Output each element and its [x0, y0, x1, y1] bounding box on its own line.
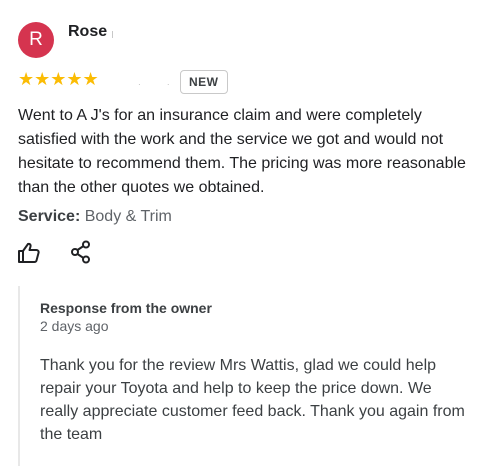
service-line: Service: Body & Trim: [18, 206, 172, 228]
star-rating: ★★★★★: [18, 69, 99, 89]
avatar-initial: R: [29, 29, 43, 50]
avatar[interactable]: R: [18, 22, 54, 58]
review-card: R Rose ★★★★★ · · · NEW Went to A J's for…: [0, 0, 480, 476]
name-separator: [112, 31, 113, 38]
thumbs-up-icon: [18, 242, 40, 263]
owner-response: Response from the owner 2 days ago Thank…: [18, 286, 480, 466]
owner-response-text: Thank you for the review Mrs Wattis, gla…: [40, 357, 465, 443]
share-button[interactable]: [70, 240, 92, 264]
reviewer-name[interactable]: Rose: [68, 23, 107, 41]
service-label: Service:: [18, 208, 81, 225]
share-icon: [71, 240, 90, 264]
owner-response-date: 2 days ago: [40, 318, 109, 334]
service-value: Body & Trim: [84, 208, 172, 225]
like-button[interactable]: [16, 240, 42, 266]
review-text: Went to A J's for an insurance claim and…: [18, 107, 466, 196]
owner-response-title: Response from the owner: [40, 300, 212, 316]
new-badge: NEW: [180, 70, 228, 94]
